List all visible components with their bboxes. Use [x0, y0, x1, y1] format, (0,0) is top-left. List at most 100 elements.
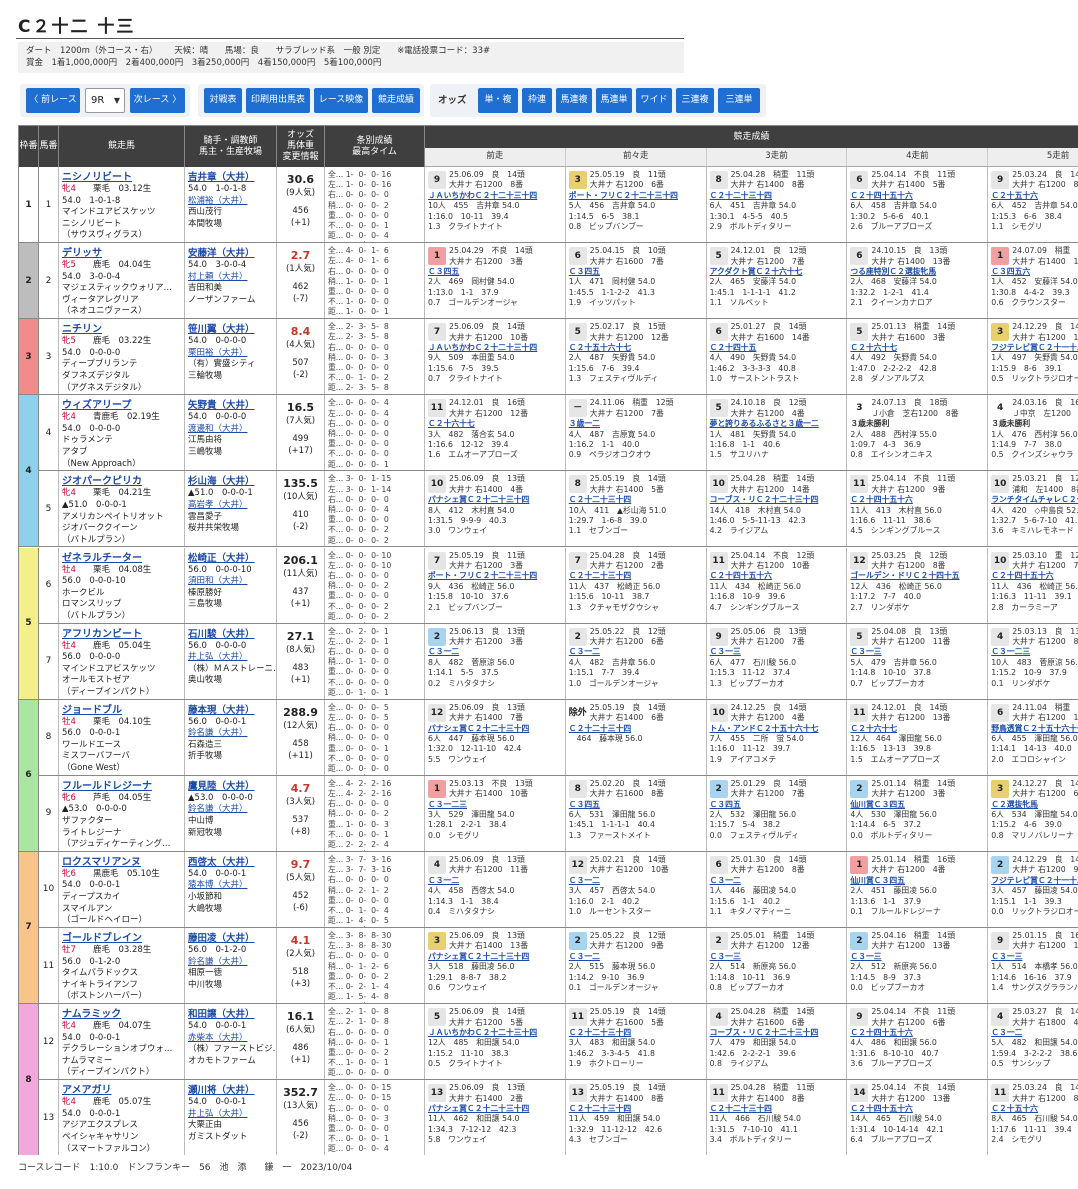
past-race-name-link[interactable]: ３歳一二	[569, 419, 704, 429]
past-race-name-link[interactable]: パナシェ賞Ｃ２十二十三十四	[428, 1104, 563, 1114]
past-race-name-link[interactable]: Ｃ２十六十七	[850, 724, 985, 734]
past-race[interactable]: 6 25.04.15 良 10頭 大井ナ 右1600 7番 Ｃ３四五 1人 471 岡村…	[566, 243, 707, 319]
jockey-name-link[interactable]: 藤本現（大井）	[188, 704, 273, 717]
past-race[interactable]: 5 25.06.09 良 14頭 大井ナ 右1200 5番 ＪＡいちかわＣ２十二十三十…	[425, 1004, 566, 1080]
jockey-name-link[interactable]: 藤田凌（大井）	[188, 932, 273, 945]
past-race[interactable]: 10 24.12.25 良 14頭 大井ナ 右1200 4番 トム・アンドＣ２十五十六…	[707, 699, 848, 775]
past-race-name-link[interactable]: Ｃ２十二十三十四	[569, 724, 704, 734]
horse-name-link[interactable]: ジョードブル	[62, 704, 181, 717]
race-select[interactable]: 9R	[85, 88, 125, 113]
past-race[interactable]: 5 24.12.01 良 12頭 大井ナ 右1200 7番 アクダクト賞Ｃ２十六十七 2…	[707, 243, 848, 319]
past-race-name-link[interactable]: Ｃ２十五十六	[991, 1104, 1078, 1114]
next-race-button[interactable]: 次レース 〉	[130, 88, 185, 113]
horse-name-link[interactable]: ロクスマリアンヌ	[62, 856, 181, 869]
past-race-name-link[interactable]: Ｃ３一三	[991, 952, 1078, 962]
trainer-link[interactable]: 猿本博（大井）	[188, 880, 273, 892]
past-race[interactable]: 124.07.09 稍重 14頭大井ナ 右1400 13番Ｃ３四五六1人 452…	[988, 243, 1078, 318]
jockey-name-link[interactable]: 矢野貴（大井）	[188, 399, 273, 412]
past-race[interactable]: 1 25.04.29 不良 14頭 大井ナ 右1200 3番 Ｃ３四五 2人 469 岡…	[425, 243, 566, 319]
past-race-name-link[interactable]: 夢と誇りあるふるさと３歳一二	[710, 419, 845, 429]
past-race-name-link[interactable]: ポート・フリＣ２十二十三十四	[428, 571, 563, 581]
past-race-name-link[interactable]: Ｃ２選抜牝馬	[991, 800, 1078, 810]
past-race[interactable]: 1 25.03.13 不良 13頭 大井ナ 右1400 10番 Ｃ３一二三 3人 529…	[425, 775, 566, 851]
past-race[interactable]: 11 25.05.19 良 14頭 大井ナ 右1600 5番 Ｃ２十二十三十四 3人 4…	[566, 1004, 707, 1080]
horse-name-link[interactable]: デリッサ	[62, 247, 181, 260]
past-race[interactable]: 4 25.04.28 稍重 14頭 大井ナ 右1600 6番 コーブス・リＣ２十二十三…	[707, 1004, 848, 1080]
past-race[interactable]: 925.01.15 良 16頭大井ナ 右1200 16番Ｃ３一三1人 514 本…	[988, 928, 1078, 1003]
past-race-name-link[interactable]: Ｃ２十四十五十六	[850, 1028, 985, 1038]
trainer-link[interactable]: 井上弘（大井）	[188, 652, 273, 664]
past-race[interactable]: 6 25.01.27 良 14頭 大井ナ 右1600 14番 Ｃ２十四十五 4人 490…	[707, 319, 848, 395]
past-race[interactable]: 424.03.16 良 16頭Ｊ中京 左1200 16番３歳未勝利1人 476 …	[988, 395, 1078, 470]
jockey-name-link[interactable]: 瀬川将（大井）	[188, 1084, 273, 1097]
jockey-name-link[interactable]: 石川駿（大井）	[188, 628, 273, 641]
past-race-name-link[interactable]: フジテレビ賞Ｃ２十一十二	[991, 343, 1078, 353]
race-results-button[interactable]: 競走成績	[372, 88, 420, 113]
past-race[interactable]: 12 25.03.25 良 12頭 大井ナ 右1200 8番 ゴールデン・ドリＣ２十四…	[847, 547, 989, 623]
prev-race-button[interactable]: 〈 前レース	[26, 88, 80, 113]
trainer-link[interactable]: 赤柴本（大井）	[188, 1033, 273, 1045]
past-race-name-link[interactable]: Ｃ２十二十三十四	[569, 571, 704, 581]
past-race[interactable]: 224.12.29 良 14頭大井ナ 右1200 9番フジテレビ賞Ｃ２十一十二3…	[988, 852, 1078, 927]
horse-name-link[interactable]: アフリカンビート	[62, 628, 181, 641]
past-race-name-link[interactable]: Ｃ３一三	[850, 647, 985, 657]
past-race-name-link[interactable]: アクダクト賞Ｃ２十六十七	[710, 267, 845, 277]
past-race-name-link[interactable]: Ｃ２十四十五十六	[850, 1104, 985, 1114]
past-race[interactable]: 1125.03.24 良 14頭大井ナ 右1200 8番Ｃ２十五十六8人 465…	[988, 1080, 1078, 1155]
past-race-name-link[interactable]: Ｃ３一二三	[428, 800, 563, 810]
trainer-link[interactable]: 鈴名謙（大井）	[188, 728, 273, 740]
past-race-name-link[interactable]: トム・アンドＣ２十五十六十七	[710, 724, 845, 734]
past-race[interactable]: 624.11.04 稍重 16頭大井ナ 右1200 14番野鳥透賞Ｃ２十五十六十…	[988, 700, 1078, 775]
past-race-name-link[interactable]: Ｃ３一二	[428, 647, 563, 657]
horse-name-link[interactable]: ニチリン	[62, 323, 181, 336]
past-race[interactable]: 5 25.01.13 稍重 14頭 大井ナ 右1600 3番 Ｃ２十六十七 4人 492…	[847, 319, 989, 395]
past-race-name-link[interactable]: Ｃ２十二十三十四	[569, 495, 704, 505]
past-race[interactable]: 7 25.04.28 良 14頭 大井ナ 右1200 2番 Ｃ２十二十三十四 11人 4…	[566, 547, 707, 623]
past-race-name-link[interactable]: Ｃ３一二	[569, 952, 704, 962]
trainer-link[interactable]: 高岩孝（大井）	[188, 500, 273, 512]
past-race-name-link[interactable]: Ｃ２十五十六十七	[569, 343, 704, 353]
past-race[interactable]: 3 25.05.19 良 11頭 大井ナ 右1200 6番 ポート・フリＣ２十二十三十…	[566, 167, 707, 243]
trainer-link[interactable]: 松浦裕（大井）	[188, 196, 273, 208]
horse-name-link[interactable]: ナムラミック	[62, 1008, 181, 1021]
past-race-name-link[interactable]: ランチタイムチャレＣ２十三	[991, 495, 1078, 505]
past-race[interactable]: 11 24.12.01 良 14頭 大井ナ 右1200 13番 Ｃ２十六十七 12人 4…	[847, 699, 989, 775]
jockey-name-link[interactable]: 杉山海（大井）	[188, 475, 273, 488]
past-race[interactable]: 9 25.05.06 良 13頭 大井ナ 右1200 7番 Ｃ３一三 6人 477 石川…	[707, 623, 848, 699]
trainer-link[interactable]: 栗田裕（大井）	[188, 348, 273, 360]
past-race[interactable]: 2 25.05.01 稍重 14頭 大井ナ 右1200 12番 Ｃ３一三 2人 514 …	[707, 928, 848, 1004]
past-race-name-link[interactable]: Ｃ２十四十五十六	[710, 571, 845, 581]
past-race[interactable]: 2 25.01.14 稍重 14頭 大井ナ 右1200 3番 仙川賞Ｃ３四五 4人 53…	[847, 775, 989, 851]
past-race[interactable]: 11 25.04.28 稍重 11頭 大井ナ 右1400 8番 Ｃ２十二十三十四 11人…	[707, 1080, 848, 1155]
past-race-name-link[interactable]: つる座特別Ｃ２選抜牝馬	[850, 267, 985, 277]
past-race[interactable]: 13 25.05.19 良 14頭 大井ナ 右1400 8番 Ｃ２十二十三十四 11人 …	[566, 1080, 707, 1155]
jockey-name-link[interactable]: 松崎正（大井）	[188, 552, 273, 565]
past-race[interactable]: 7 25.06.09 良 14頭 大井ナ 右1200 10番 ＪＡいちかわＣ２十二十三…	[425, 319, 566, 395]
past-race-name-link[interactable]: Ｃ２十二十三十四	[569, 1104, 704, 1114]
past-race[interactable]: 3 25.06.09 良 13頭 大井ナ 右1400 13番 パナシェ賞Ｃ２十二十三十…	[425, 928, 566, 1004]
horse-name-link[interactable]: アメアガリ	[62, 1084, 181, 1097]
odds-trio-button[interactable]: 三連複	[676, 88, 714, 113]
past-race[interactable]: 7 25.05.19 良 11頭 大井ナ 右1200 3番 ポート・フリＣ２十二十三十…	[425, 547, 566, 623]
jockey-name-link[interactable]: 和田譲（大井）	[188, 1008, 273, 1021]
past-race[interactable]: 2 25.05.22 良 12頭 大井ナ 右1200 6番 Ｃ３一二 4人 482 吉井…	[566, 623, 707, 699]
trainer-link[interactable]: 村上頼（大井）	[188, 272, 273, 284]
past-race[interactable]: 8 25.05.19 良 14頭 大井ナ 右1400 5番 Ｃ２十二十三十四 10人 4…	[566, 471, 707, 547]
past-race-name-link[interactable]: パナシェ賞Ｃ２十二十三十四	[428, 724, 563, 734]
past-race-name-link[interactable]: フジテレビ賞Ｃ２十一十二	[991, 876, 1078, 886]
horse-name-link[interactable]: フルールドレジーナ	[62, 780, 181, 793]
past-race-name-link[interactable]: Ｃ２十四十五十六	[850, 495, 985, 505]
horse-name-link[interactable]: ゴールドブレイン	[62, 932, 181, 945]
past-race[interactable]: 9 25.06.09 良 14頭 大井ナ 右1200 8番 ＪＡいちかわＣ２十二十三十…	[425, 167, 566, 243]
past-race-name-link[interactable]: Ｃ２十六十七	[428, 419, 563, 429]
past-race[interactable]: 10 25.04.28 稍重 14頭 大井ナ 右1200 14番 コーブス・リＣ２十二…	[707, 471, 848, 547]
past-race[interactable]: 3 24.07.13 良 18頭 Ｊ小倉 芝右1200 8番 ３歳未勝利 2人 488 …	[847, 395, 989, 471]
print-entries-button[interactable]: 印刷用出馬表	[246, 88, 310, 113]
horse-name-link[interactable]: ジオパークピリカ	[62, 475, 181, 488]
past-race-name-link[interactable]: パナシェ賞Ｃ２十二十三十四	[428, 495, 563, 505]
odds-trifecta-button[interactable]: 三連単	[718, 88, 760, 113]
past-race[interactable]: 10 25.06.09 良 13頭 大井ナ 右1400 4番 パナシェ賞Ｃ２十二十三十…	[425, 471, 566, 547]
past-race[interactable]: 324.12.29 良 14頭大井ナ 右1200 10番フジテレビ賞Ｃ２十一十二…	[988, 319, 1078, 394]
past-race[interactable]: 1 25.01.14 稍重 16頭 大井ナ 右1200 4番 仙川賞Ｃ３四五 2人 45…	[847, 851, 989, 927]
trainer-link[interactable]: 須田和（大井）	[188, 576, 273, 588]
